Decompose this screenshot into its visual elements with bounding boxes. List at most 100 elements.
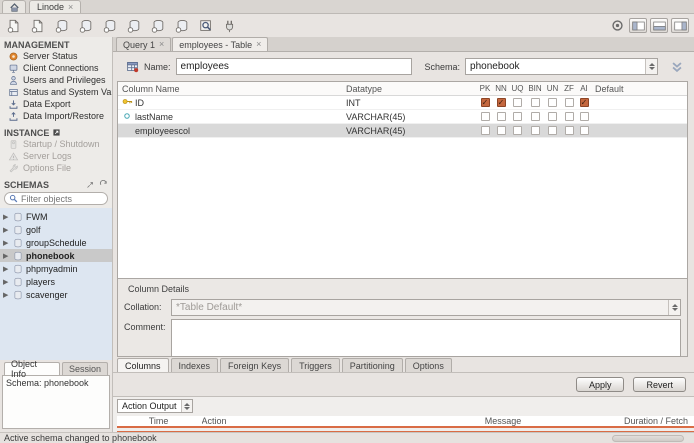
spinner-icon[interactable] bbox=[645, 59, 658, 74]
sidebar-item-client-connections[interactable]: Client Connections bbox=[0, 62, 112, 74]
schema-icon bbox=[13, 251, 23, 261]
editor-tab-employees-table[interactable]: employees - Table × bbox=[172, 37, 269, 51]
management-header: MANAGEMENT bbox=[4, 39, 70, 50]
collapse-header-chevrons-icon[interactable] bbox=[669, 60, 685, 74]
expander-icon[interactable]: ▶ bbox=[3, 239, 10, 247]
grid-header-un: UN bbox=[546, 84, 559, 93]
flag-checkbox-uq[interactable] bbox=[513, 126, 522, 135]
flag-checkbox-uq[interactable] bbox=[513, 98, 522, 107]
toggle-bottom-panel-button[interactable] bbox=[650, 18, 668, 33]
tab-indexes[interactable]: Indexes bbox=[170, 358, 219, 372]
flag-checkbox-nn[interactable] bbox=[496, 112, 506, 121]
create-procedure-button[interactable] bbox=[149, 17, 167, 34]
tab-foreign-keys[interactable]: Foreign Keys bbox=[220, 358, 290, 372]
tab-object-info[interactable]: Object Info bbox=[4, 359, 60, 379]
open-sql-script-button[interactable] bbox=[29, 17, 47, 34]
schema-tree-item-phonebook[interactable]: ▶ phonebook bbox=[0, 249, 112, 262]
flag-checkbox-zf[interactable] bbox=[564, 126, 574, 135]
flag-checkbox-uq[interactable] bbox=[513, 112, 522, 121]
collation-value: *Table Default* bbox=[176, 302, 243, 313]
flag-checkbox-zf[interactable] bbox=[564, 112, 574, 121]
flag-checkbox-bin[interactable] bbox=[530, 126, 540, 135]
flag-checkbox-nn[interactable]: ✓ bbox=[496, 98, 506, 107]
schema-tree-item-groupschedule[interactable]: ▶ groupSchedule bbox=[0, 236, 112, 249]
schema-filter-input[interactable] bbox=[21, 193, 101, 204]
sidebar-item-status-and-system-variables[interactable]: Status and System Variables bbox=[0, 86, 112, 98]
instance-rescan-icon[interactable] bbox=[52, 128, 61, 137]
schemas-expand-icon[interactable] bbox=[86, 181, 94, 189]
flag-checkbox-ai[interactable]: ✓ bbox=[579, 98, 589, 107]
tab-options[interactable]: Options bbox=[404, 358, 452, 372]
flag-checkbox-bin[interactable] bbox=[530, 112, 540, 121]
expander-icon[interactable]: ▶ bbox=[3, 265, 10, 273]
flag-checkbox-ai[interactable] bbox=[579, 112, 589, 121]
status-indicator-button[interactable] bbox=[608, 17, 626, 34]
schema-combo[interactable]: phonebook bbox=[465, 58, 659, 75]
editor-tab-query-1[interactable]: Query 1 × bbox=[116, 37, 172, 51]
flag-checkbox-ai[interactable] bbox=[579, 126, 589, 135]
home-tab[interactable] bbox=[2, 0, 26, 13]
comment-textarea[interactable] bbox=[171, 319, 681, 357]
schema-label: Schema: bbox=[424, 61, 461, 72]
flag-checkbox-bin[interactable] bbox=[530, 98, 540, 107]
expander-icon[interactable]: ▶ bbox=[3, 213, 10, 221]
connection-tab-linode[interactable]: Linode × bbox=[29, 0, 82, 13]
schema-tree-item-phpmyadmin[interactable]: ▶ phpmyadmin bbox=[0, 262, 112, 275]
revert-button[interactable]: Revert bbox=[633, 377, 686, 392]
schema-filter[interactable] bbox=[4, 192, 108, 205]
flag-checkbox-un[interactable] bbox=[548, 112, 557, 121]
output-selector-combo[interactable]: Action Output bbox=[117, 399, 193, 414]
toggle-left-panel-button[interactable] bbox=[629, 18, 647, 33]
tab-session[interactable]: Session bbox=[61, 362, 108, 375]
flag-checkbox-pk[interactable] bbox=[480, 126, 490, 135]
schema-icon bbox=[13, 212, 23, 222]
create-schema-button[interactable] bbox=[53, 17, 71, 34]
users-icon bbox=[8, 75, 19, 86]
sidebar-item-data-import-restore[interactable]: Data Import/Restore bbox=[0, 110, 112, 122]
apply-button[interactable]: Apply bbox=[575, 377, 625, 392]
expander-icon[interactable]: ▶ bbox=[3, 291, 10, 299]
close-icon[interactable]: × bbox=[256, 40, 261, 49]
flag-checkbox-nn[interactable] bbox=[496, 126, 506, 135]
column-name: lastName bbox=[135, 111, 174, 122]
schema-tree-item-fwm[interactable]: ▶ FWM bbox=[0, 210, 112, 223]
sidebar-item-server-logs: Server Logs bbox=[0, 150, 112, 162]
expander-icon[interactable]: ▶ bbox=[3, 226, 10, 234]
flag-checkbox-pk[interactable] bbox=[480, 112, 490, 121]
create-function-button[interactable] bbox=[173, 17, 191, 34]
table-name-input[interactable] bbox=[175, 58, 412, 75]
collation-combo[interactable]: *Table Default* bbox=[171, 299, 681, 316]
new-query-tab-button[interactable] bbox=[5, 17, 23, 34]
create-table-button[interactable] bbox=[101, 17, 119, 34]
close-icon[interactable]: × bbox=[68, 2, 73, 12]
flag-checkbox-un[interactable] bbox=[548, 126, 557, 135]
tab-triggers[interactable]: Triggers bbox=[291, 358, 340, 372]
connect-database-icon bbox=[79, 19, 93, 33]
toggle-right-panel-button[interactable] bbox=[671, 18, 689, 33]
schema-tree-item-golf[interactable]: ▶ golf bbox=[0, 223, 112, 236]
expander-icon[interactable]: ▶ bbox=[3, 278, 10, 286]
schemas-refresh-icon[interactable] bbox=[99, 180, 108, 189]
column-row-id[interactable]: ID INT ✓ ✓ ✓ bbox=[118, 96, 687, 110]
schema-tree-item-scavenger[interactable]: ▶ scavenger bbox=[0, 288, 112, 301]
flag-checkbox-zf[interactable] bbox=[564, 98, 574, 107]
sidebar-item-users-and-privileges[interactable]: Users and Privileges bbox=[0, 74, 112, 86]
sidebar-item-data-export[interactable]: Data Export bbox=[0, 98, 112, 110]
columns-grid-empty-area[interactable] bbox=[118, 138, 687, 278]
column-row-employeescol[interactable]: employeescol VARCHAR(45) bbox=[118, 124, 687, 138]
schema-tree: ▶ FWM ▶ golf ▶ groupSchedule ▶ phonebook ▶ phpmya… bbox=[0, 208, 112, 360]
grid-header-column-name: Column Name bbox=[122, 83, 180, 94]
schema-tree-item-players[interactable]: ▶ players bbox=[0, 275, 112, 288]
flag-checkbox-un[interactable] bbox=[548, 98, 557, 107]
close-icon[interactable]: × bbox=[159, 40, 164, 49]
search-table-data-button[interactable] bbox=[197, 17, 215, 34]
create-view-button[interactable] bbox=[125, 17, 143, 34]
connect-database-button[interactable] bbox=[77, 17, 95, 34]
flag-checkbox-pk[interactable]: ✓ bbox=[480, 98, 490, 107]
column-row-lastname[interactable]: lastName VARCHAR(45) bbox=[118, 110, 687, 124]
tab-partitioning[interactable]: Partitioning bbox=[341, 358, 403, 372]
tab-columns[interactable]: Columns bbox=[117, 358, 169, 372]
migration-wizard-button[interactable] bbox=[221, 17, 239, 34]
expander-icon[interactable]: ▶ bbox=[3, 252, 10, 260]
sidebar-item-server-status[interactable]: Server Status bbox=[0, 50, 112, 62]
